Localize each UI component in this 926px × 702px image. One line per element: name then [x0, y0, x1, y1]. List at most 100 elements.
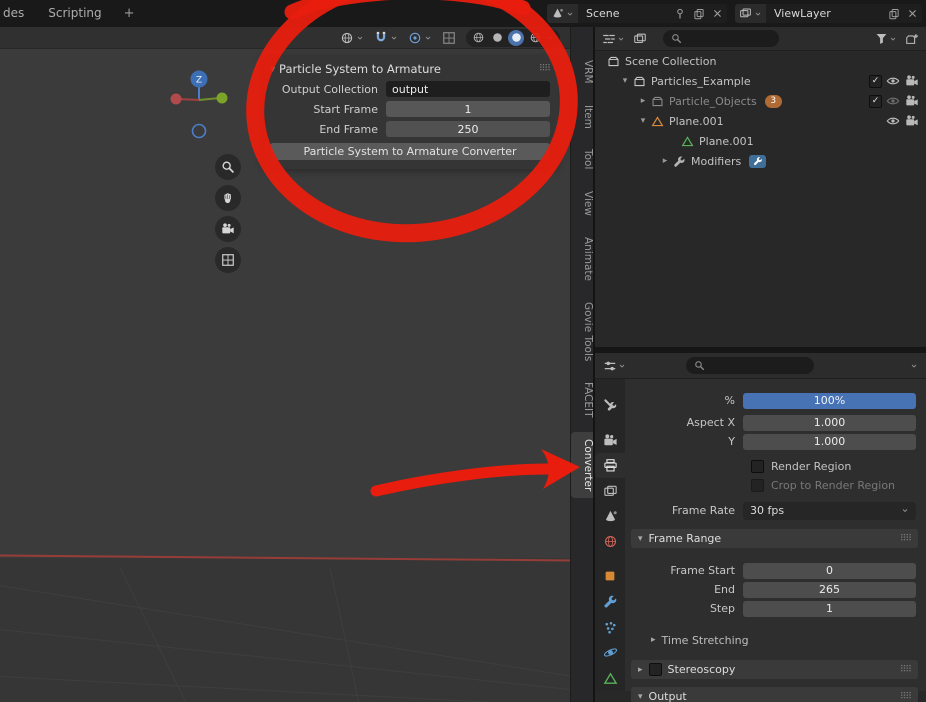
filter-dropdown[interactable]: [873, 32, 899, 45]
pin-scene-button[interactable]: [670, 4, 689, 23]
convert-button[interactable]: Particle System to Armature Converter: [270, 143, 550, 160]
frame-rate-dropdown[interactable]: 30 fps: [743, 502, 916, 520]
tab-view-layer[interactable]: [595, 478, 625, 503]
scene-name[interactable]: Scene: [578, 7, 670, 20]
tab-tool[interactable]: Tool: [571, 142, 593, 176]
tab-converter[interactable]: Converter: [571, 432, 593, 498]
drag-handle-icon[interactable]: ⠿⠿: [900, 665, 911, 675]
outliner-row-plane-object[interactable]: ▾ Plane.001: [595, 111, 926, 131]
drag-handle-icon[interactable]: ⠿⠿: [900, 534, 911, 544]
proportional-editing-toggle[interactable]: [408, 31, 432, 45]
workspace-tab-partial[interactable]: des: [0, 0, 36, 27]
workspace-tab-scripting[interactable]: Scripting: [36, 0, 113, 27]
frame-end-input[interactable]: 265: [743, 582, 916, 598]
stereoscopy-checkbox[interactable]: [649, 663, 662, 676]
ortho-toggle-button[interactable]: [215, 247, 241, 273]
tab-physics[interactable]: [595, 640, 625, 665]
close-icon: [712, 8, 723, 19]
frame-start-input[interactable]: 0: [743, 563, 916, 579]
panel-header[interactable]: ▾ Particle System to Armature ⠿⠿: [270, 60, 550, 78]
delete-viewlayer-button[interactable]: [903, 4, 922, 23]
outliner-row-particles-example[interactable]: ▾ Particles_Example ✓: [595, 71, 926, 91]
frame-range-section-header[interactable]: ▾ Frame Range ⠿⠿: [631, 529, 918, 548]
shading-solid-button[interactable]: [489, 30, 505, 46]
tab-item[interactable]: Item: [571, 98, 593, 136]
expand-icon[interactable]: ▾: [637, 116, 649, 126]
new-viewlayer-button[interactable]: [884, 4, 903, 23]
drag-handle-icon[interactable]: ⠿⠿: [539, 64, 550, 74]
new-scene-button[interactable]: [689, 4, 708, 23]
tab-modifiers[interactable]: [595, 589, 625, 614]
tab-view[interactable]: View: [571, 184, 593, 223]
tab-render[interactable]: [595, 427, 625, 452]
aspect-x-input[interactable]: 1.000: [743, 415, 916, 431]
browse-scene-button[interactable]: [547, 4, 578, 23]
camera-view-button[interactable]: [215, 216, 241, 242]
delete-scene-button[interactable]: [708, 4, 727, 23]
resolution-percentage-row: % 100%: [625, 391, 916, 410]
outliner-row-particle-objects[interactable]: ▸ Particle_Objects 3 ✓: [595, 91, 926, 111]
disable-render-toggle[interactable]: [904, 74, 920, 88]
add-workspace-button[interactable]: +: [114, 6, 145, 21]
shading-wireframe-button[interactable]: [470, 30, 486, 46]
frame-step-input[interactable]: 1: [743, 601, 916, 617]
expand-icon[interactable]: ▸: [637, 96, 649, 106]
checkbox-checked[interactable]: ✓: [869, 95, 882, 108]
tab-tool[interactable]: [595, 393, 625, 418]
tab-faceit[interactable]: FACEIT: [571, 375, 593, 425]
tab-particles[interactable]: [595, 615, 625, 640]
drag-handle-icon[interactable]: ⠿⠿: [900, 692, 911, 702]
move-view-button[interactable]: [215, 185, 241, 211]
outliner-row-modifiers[interactable]: ▸ Modifiers: [595, 151, 926, 171]
hide-eye-toggle[interactable]: [885, 74, 901, 88]
tab-world[interactable]: [595, 529, 625, 554]
row-label: Plane.001: [699, 135, 754, 148]
gizmo-y-axis[interactable]: [217, 93, 228, 104]
new-collection-button[interactable]: [903, 32, 921, 46]
end-frame-input[interactable]: 250: [386, 121, 550, 137]
shading-material-button[interactable]: [508, 30, 524, 46]
tab-object-data[interactable]: [595, 666, 625, 691]
editor-type-dropdown[interactable]: [601, 359, 628, 373]
checkbox-checked[interactable]: ✓: [869, 75, 882, 88]
options-collapse-button[interactable]: [908, 362, 920, 370]
tab-scene[interactable]: [595, 504, 625, 529]
outliner-search-input[interactable]: [663, 30, 779, 47]
viewlayer-name[interactable]: ViewLayer: [766, 7, 884, 20]
disable-render-toggle[interactable]: [904, 94, 920, 108]
shading-rendered-button[interactable]: [527, 30, 543, 46]
editor-type-dropdown[interactable]: [600, 32, 627, 46]
navigation-gizmo[interactable]: Z: [165, 67, 237, 145]
start-frame-input[interactable]: 1: [386, 101, 550, 117]
output-collection-input[interactable]: output: [386, 81, 550, 97]
tab-object[interactable]: [595, 564, 625, 589]
browse-viewlayer-button[interactable]: [735, 4, 766, 23]
expand-icon[interactable]: ▸: [659, 156, 671, 166]
outliner-row-plane-data[interactable]: Plane.001: [595, 131, 926, 151]
disable-render-toggle[interactable]: [904, 114, 920, 128]
properties-search-input[interactable]: [686, 357, 814, 374]
tab-govie-tools[interactable]: Govie Tools: [571, 295, 593, 368]
outliner-row-scene-collection[interactable]: Scene Collection: [595, 51, 926, 71]
zoom-button[interactable]: [215, 154, 241, 180]
resolution-slider[interactable]: 100%: [743, 393, 916, 409]
snap-toggle[interactable]: [374, 31, 398, 45]
overlays-toggle[interactable]: [442, 31, 456, 45]
tab-animate[interactable]: Animate: [571, 230, 593, 288]
expand-icon[interactable]: ▾: [619, 76, 631, 86]
gizmo-minus-z-axis[interactable]: [193, 125, 206, 138]
time-stretching-subpanel[interactable]: ▸ Time Stretching: [651, 631, 918, 649]
viewport-3d[interactable]: Z ▾ Particle System to Armature ⠿⠿ Outpu…: [0, 27, 593, 702]
display-mode-dropdown[interactable]: [631, 32, 649, 46]
tab-vrm[interactable]: VRM: [571, 53, 593, 91]
stereoscopy-section-header[interactable]: ▸ Stereoscopy ⠿⠿: [631, 660, 918, 679]
render-region-checkbox[interactable]: Render Region: [751, 460, 851, 473]
object-visibility-dropdown[interactable]: [340, 31, 364, 45]
aspect-y-input[interactable]: 1.000: [743, 434, 916, 450]
gizmo-x-axis[interactable]: [171, 94, 182, 105]
crop-region-checkbox[interactable]: Crop to Render Region: [751, 479, 895, 492]
hide-eye-toggle[interactable]: [885, 114, 901, 128]
tab-output[interactable]: [595, 453, 625, 478]
output-section-header[interactable]: ▾ Output ⠿⠿: [631, 687, 918, 702]
hide-eye-toggle[interactable]: [885, 94, 901, 108]
